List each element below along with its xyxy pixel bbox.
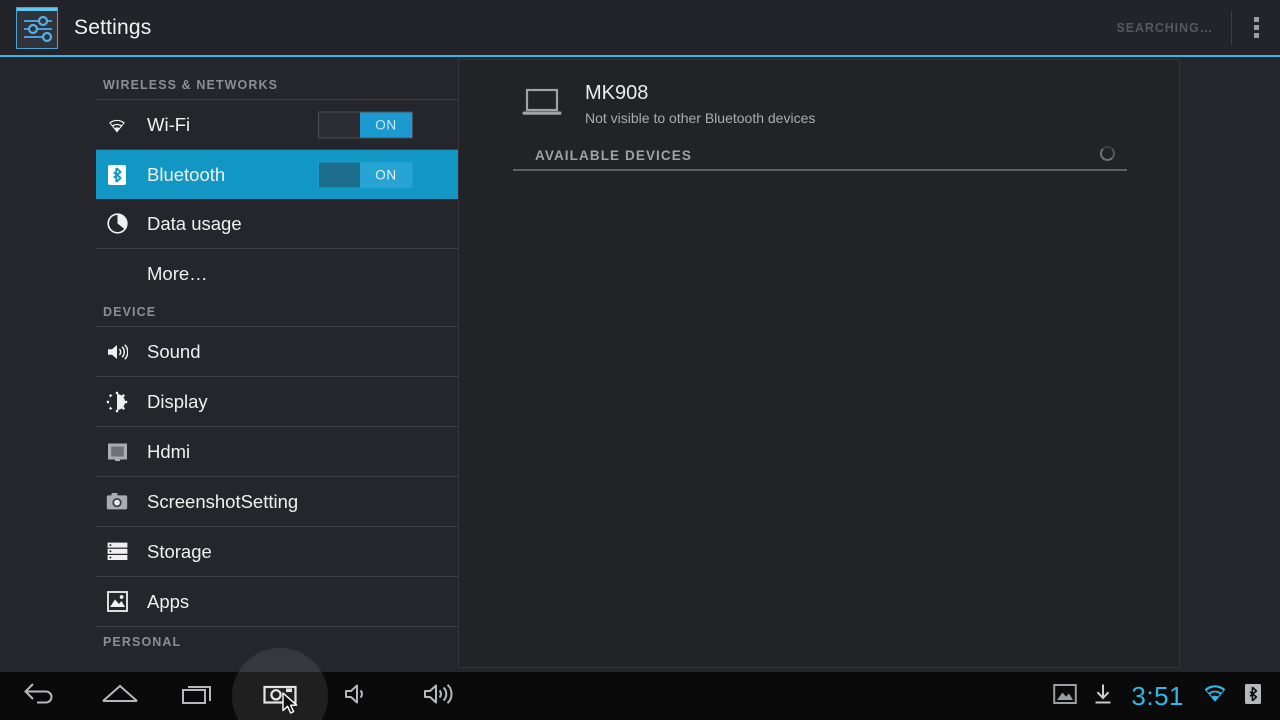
storage-icon xyxy=(106,541,128,563)
section-header-device: DEVICE xyxy=(103,305,157,319)
overflow-dot xyxy=(1253,33,1259,38)
sidebar-item-label: Apps xyxy=(147,590,190,612)
sidebar-item-label: Wi-Fi xyxy=(147,113,191,135)
hdmi-icon xyxy=(106,441,128,463)
recents-icon xyxy=(181,682,219,711)
overflow-dot xyxy=(1253,17,1259,22)
loading-spinner xyxy=(1100,146,1115,161)
sidebar-item-label: Display xyxy=(147,390,208,412)
bluetooth-content-panel: MK908 Not visible to other Bluetooth dev… xyxy=(458,59,1180,668)
toggle-track xyxy=(319,162,360,187)
sidebar-item-storage[interactable]: Storage xyxy=(96,527,459,576)
sidebar-item-label: Data usage xyxy=(147,212,242,234)
sidebar-item-label: Storage xyxy=(147,540,212,562)
camera-icon xyxy=(106,491,128,513)
overflow-menu-button[interactable] xyxy=(1232,0,1280,55)
divider xyxy=(513,169,1127,171)
image-icon[interactable] xyxy=(1053,683,1078,710)
clock: 3:51 xyxy=(1131,681,1184,711)
home-icon xyxy=(101,683,139,710)
available-devices-section: AVAILABLE DEVICES xyxy=(513,146,1127,171)
local-device-text: MK908 Not visible to other Bluetooth dev… xyxy=(585,82,815,126)
sidebar-item-display[interactable]: Display xyxy=(96,377,459,426)
wifi-icon xyxy=(106,114,128,136)
local-device-row[interactable]: MK908 Not visible to other Bluetooth dev… xyxy=(459,60,1179,126)
sidebar-item-label: Hdmi xyxy=(147,440,191,462)
sidebar-item-bluetooth[interactable]: Bluetooth ON xyxy=(96,150,459,199)
section-header-personal: PERSONAL xyxy=(103,635,182,649)
sidebar-item-wifi[interactable]: Wi-Fi ON xyxy=(96,100,459,149)
sound-icon xyxy=(106,341,128,363)
system-navigation-bar: 3:51 xyxy=(0,672,1280,720)
sidebar-item-more[interactable]: More… xyxy=(96,249,459,298)
toggle-track xyxy=(319,112,360,137)
sidebar-item-label: Bluetooth xyxy=(147,163,226,185)
volume-up-icon xyxy=(423,683,457,710)
status-bar-icons: 3:51 xyxy=(1053,683,1280,710)
settings-sliders-icon xyxy=(16,6,58,49)
section-header-wireless: WIRELESS & NETWORKS xyxy=(103,78,279,92)
display-icon xyxy=(106,391,128,413)
screenshot-button[interactable] xyxy=(240,672,320,720)
action-bar-right: SEARCHING… xyxy=(1116,0,1280,55)
settings-app-window: Settings SEARCHING… WIRELESS & NETWORKS xyxy=(0,0,1280,720)
status-badge: SEARCHING… xyxy=(1116,20,1213,35)
bluetooth-status-icon[interactable] xyxy=(1244,683,1262,710)
volume-down-icon xyxy=(344,683,376,710)
sidebar-item-data-usage[interactable]: Data usage xyxy=(96,199,459,248)
device-visibility-status: Not visible to other Bluetooth devices xyxy=(585,110,816,126)
device-name: MK908 xyxy=(585,82,649,104)
mouse-cursor xyxy=(282,692,300,720)
overflow-dot xyxy=(1253,25,1259,30)
back-icon xyxy=(22,681,58,712)
home-button[interactable] xyxy=(80,672,160,720)
sidebar-item-sound[interactable]: Sound xyxy=(96,327,459,376)
volume-down-button[interactable] xyxy=(320,672,400,720)
page-title: Settings xyxy=(74,15,152,39)
volume-up-button[interactable] xyxy=(400,672,480,720)
body-area: WIRELESS & NETWORKS Wi-Fi ON Bluetooth O… xyxy=(0,57,1280,672)
download-icon[interactable] xyxy=(1093,683,1113,710)
sidebar-item-apps[interactable]: Apps xyxy=(96,577,459,626)
data-usage-icon xyxy=(106,213,128,235)
available-devices-header: AVAILABLE DEVICES xyxy=(535,148,692,163)
wifi-toggle[interactable]: ON xyxy=(318,111,413,138)
bluetooth-toggle[interactable]: ON xyxy=(318,161,413,188)
apps-icon xyxy=(106,591,128,613)
settings-sidebar: WIRELESS & NETWORKS Wi-Fi ON Bluetooth O… xyxy=(0,57,459,672)
sidebar-item-label: Sound xyxy=(147,340,201,362)
bluetooth-icon xyxy=(106,164,128,186)
back-button[interactable] xyxy=(0,672,80,720)
toggle-thumb: ON xyxy=(360,162,412,187)
laptop-icon xyxy=(521,88,563,123)
action-bar: Settings SEARCHING… xyxy=(0,0,1280,55)
sidebar-item-label: More… xyxy=(147,262,208,284)
recents-button[interactable] xyxy=(160,672,240,720)
sidebar-item-label: ScreenshotSetting xyxy=(147,490,299,512)
sidebar-item-screenshotsetting[interactable]: ScreenshotSetting xyxy=(96,477,459,526)
sidebar-item-hdmi[interactable]: Hdmi xyxy=(96,427,459,476)
toggle-thumb: ON xyxy=(360,112,412,137)
wifi-status-icon[interactable] xyxy=(1202,684,1228,709)
